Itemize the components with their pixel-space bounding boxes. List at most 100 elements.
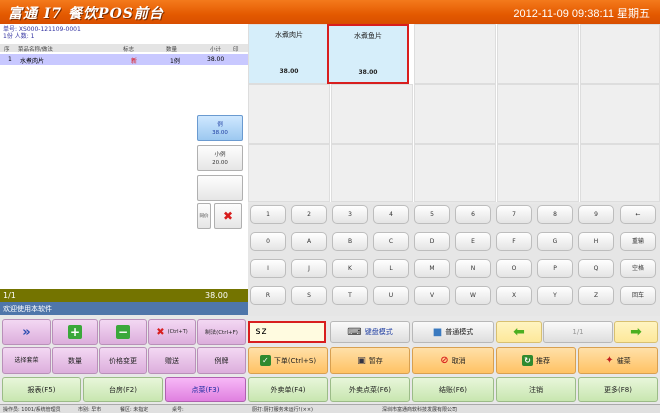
logout-button[interactable]: 注销 [496, 377, 576, 402]
search-input[interactable]: sz [248, 321, 326, 343]
key[interactable]: M [414, 259, 450, 278]
key[interactable]: 3 [332, 205, 368, 224]
key[interactable]: 1 [250, 205, 286, 224]
datetime: 2012-11-09 09:38:11 星期五 [513, 8, 650, 20]
key[interactable]: J [291, 259, 327, 278]
subtract-button[interactable]: − [99, 319, 147, 345]
key[interactable]: Y [537, 286, 573, 305]
key[interactable]: C [373, 232, 409, 251]
key[interactable]: D [414, 232, 450, 251]
status-area: 餐区: 未指定 [120, 407, 149, 413]
key[interactable]: T [332, 286, 368, 305]
portion-delete-button[interactable]: ✖ [214, 203, 242, 229]
portion-reset-button[interactable]: 同价 [197, 203, 211, 229]
urge-button[interactable]: ✦ 催菜 [578, 347, 658, 374]
key[interactable]: W [455, 286, 491, 305]
portion-empty-button[interactable] [197, 175, 243, 201]
place-order-button[interactable]: ✓ 下单(Ctrl+S) [248, 347, 328, 374]
key[interactable]: R [250, 286, 286, 305]
add-button[interactable]: + [52, 319, 98, 345]
takeout-order-button[interactable]: 外卖单(F4) [248, 377, 328, 402]
dish-tile-empty[interactable] [580, 24, 660, 84]
key[interactable]: 6 [455, 205, 491, 224]
set-menu-button[interactable]: 选择套菜 [2, 347, 51, 374]
key[interactable]: 7 [496, 205, 532, 224]
key[interactable]: 4 [373, 205, 409, 224]
dish-tile-empty[interactable] [248, 84, 330, 144]
key[interactable]: V [414, 286, 450, 305]
dish-tile-empty[interactable] [580, 144, 660, 202]
key[interactable]: Z [578, 286, 614, 305]
key[interactable]: 8 [537, 205, 573, 224]
dish-tile-empty[interactable] [497, 24, 579, 84]
takeout-dishes-button[interactable]: 外卖点菜(F6) [330, 377, 410, 402]
key[interactable]: G [537, 232, 573, 251]
key[interactable]: L [373, 259, 409, 278]
key[interactable]: N [455, 259, 491, 278]
dish-tile-empty[interactable] [248, 144, 330, 202]
order-summary-bar: 1/1 38.00 [0, 289, 248, 302]
gift-button[interactable]: 赠送 [148, 347, 196, 374]
report-button[interactable]: 报表(F5) [2, 377, 81, 402]
dish-tile-empty[interactable] [331, 84, 413, 144]
prev-page-button[interactable]: ⬅ [496, 321, 542, 343]
checkout-button[interactable]: 结账(F6) [412, 377, 494, 402]
table-room-button[interactable]: 台房(F2) [83, 377, 163, 402]
key[interactable]: A [291, 232, 327, 251]
key[interactable]: 0 [250, 232, 286, 251]
key[interactable]: 回车 [620, 286, 656, 305]
key[interactable]: S [291, 286, 327, 305]
dish-tile-empty[interactable] [414, 24, 496, 84]
key[interactable]: F [496, 232, 532, 251]
order-dishes-button[interactable]: 点菜(F3) [165, 377, 246, 402]
normal-mode-label: 普通模式 [445, 328, 474, 336]
dish-tile-empty[interactable] [497, 144, 579, 202]
status-market: 市别: 早市 [78, 407, 102, 413]
hold-button[interactable]: ▣ 暂存 [330, 347, 410, 374]
key[interactable]: 2 [291, 205, 327, 224]
order-row[interactable]: 1 水煮肉片 新 1例 38.00 [0, 54, 248, 65]
key[interactable]: 5 [414, 205, 450, 224]
quantity-button[interactable]: 数量 [52, 347, 98, 374]
quantity-label: 数量 [68, 356, 82, 365]
key[interactable]: O [496, 259, 532, 278]
key[interactable]: H [578, 232, 614, 251]
portion-regular-button[interactable]: 例 38.00 [197, 115, 243, 141]
key[interactable]: 重输 [620, 232, 656, 251]
key[interactable]: E [455, 232, 491, 251]
dish-tile-empty[interactable] [414, 84, 496, 144]
key[interactable]: B [332, 232, 368, 251]
delete-button[interactable]: ✖ (Ctrl+T) [148, 319, 196, 345]
expand-button[interactable]: » [2, 319, 51, 345]
cooking-method-button[interactable]: 制法(Ctrl+F) [197, 319, 246, 345]
standard-portion-button[interactable]: 例牌 [197, 347, 246, 374]
key[interactable]: Q [578, 259, 614, 278]
price-change-button[interactable]: 价格变更 [99, 347, 147, 374]
key[interactable]: X [496, 286, 532, 305]
dish-tile-empty[interactable] [580, 84, 660, 144]
next-page-button[interactable]: ➡ [614, 321, 658, 343]
dish-tile-empty[interactable] [497, 84, 579, 144]
normal-mode-button[interactable]: ■ 普通模式 [412, 321, 494, 343]
keyboard-mode-button[interactable]: ⌨ 键盘模式 [330, 321, 410, 343]
cancel-button[interactable]: ⊘ 取消 [412, 347, 494, 374]
dish-tile[interactable]: 水煮肉片 38.00 [248, 24, 330, 84]
key[interactable]: P [537, 259, 573, 278]
title-bar: 富通 I7 餐饮POS前台 2012-11-09 09:38:11 星期五 [0, 0, 660, 24]
close-icon: ✖ [156, 326, 165, 338]
dish-tile-empty[interactable] [414, 144, 496, 202]
recommend-button[interactable]: ↻ 推荐 [496, 347, 576, 374]
key[interactable]: I [250, 259, 286, 278]
status-operator: 操作员: 1001/系统管理员 [3, 407, 61, 413]
more-button[interactable]: 更多(F8) [578, 377, 658, 402]
portion-small-button[interactable]: 小例 20.00 [197, 145, 243, 171]
key[interactable]: U [373, 286, 409, 305]
dish-tile-empty[interactable] [331, 144, 413, 202]
dish-tile-selected[interactable]: 水煮鱼片 38.00 [327, 24, 409, 84]
key[interactable]: K [332, 259, 368, 278]
key[interactable]: ← [620, 205, 656, 224]
key[interactable]: 空格 [620, 259, 656, 278]
order-count: 1份 人数: 1 [3, 33, 35, 40]
key[interactable]: 9 [578, 205, 614, 224]
logout-label: 注销 [529, 385, 543, 394]
